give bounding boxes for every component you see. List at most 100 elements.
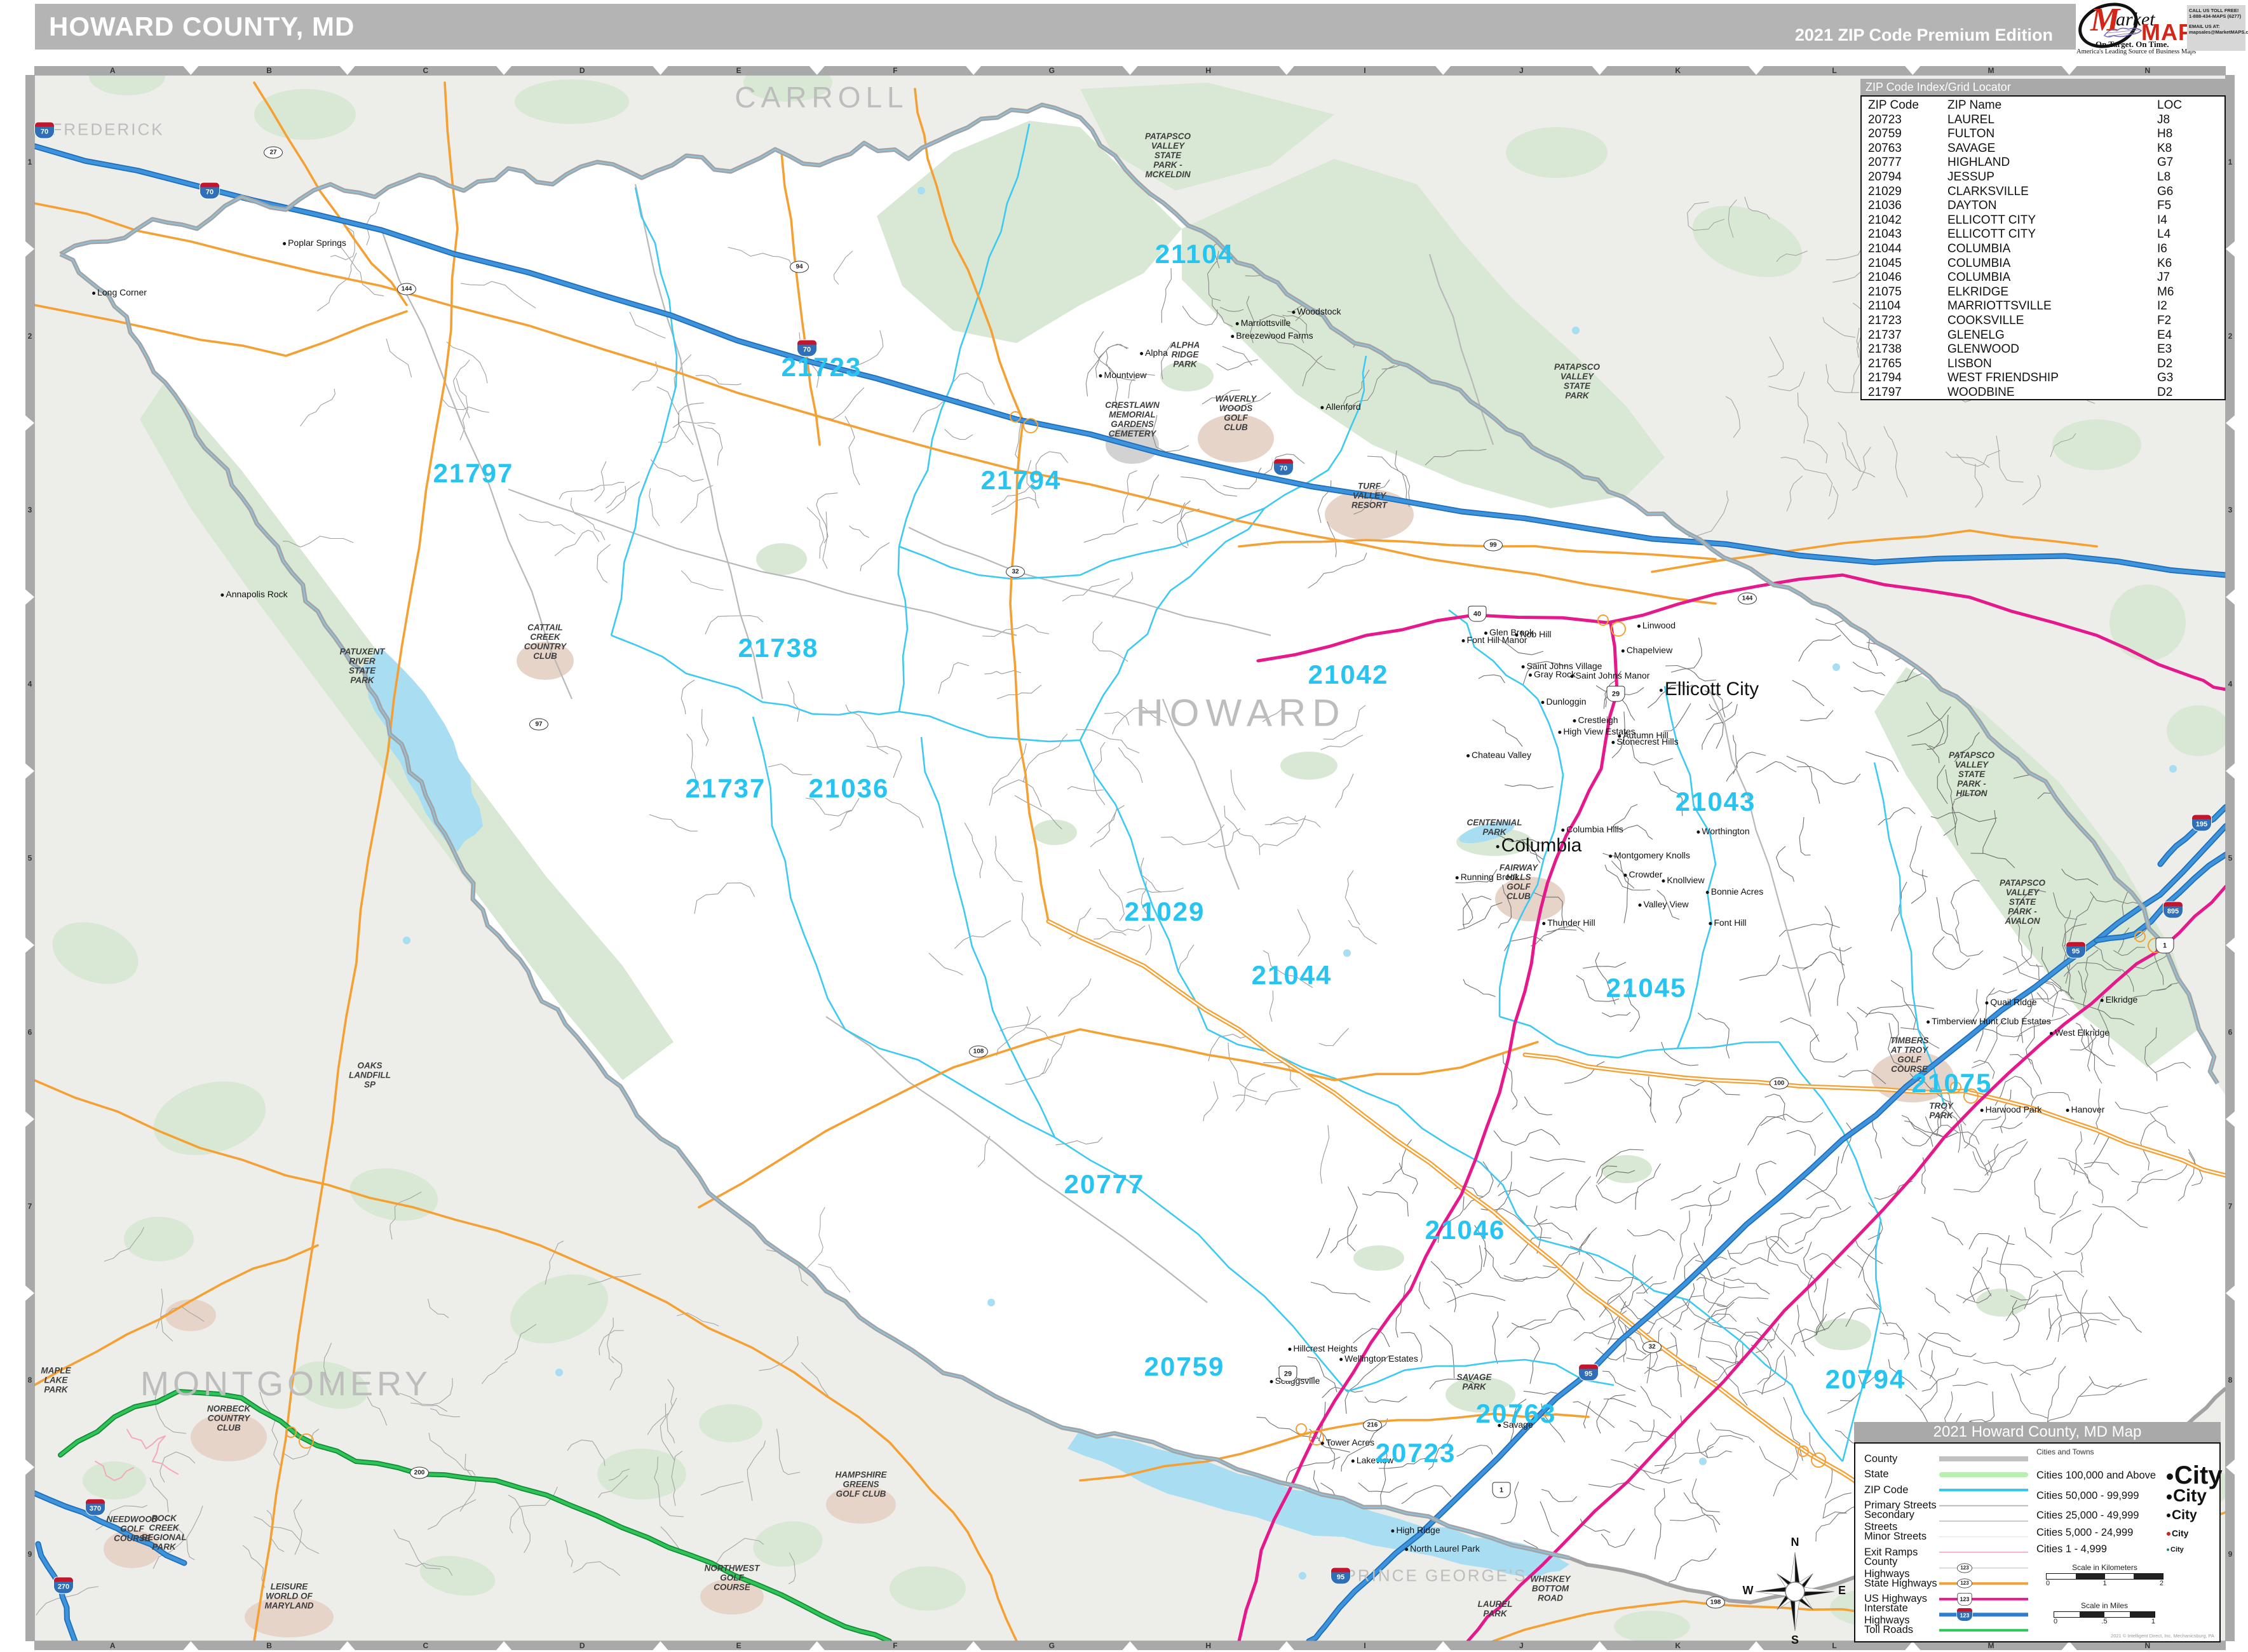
- zip-index-row: 20723LAURELJ8: [1868, 113, 2224, 128]
- zip-code-cell: 21045: [1868, 257, 1947, 271]
- grid-letter-bottom: A: [110, 1641, 116, 1650]
- legend-title: 2021 Howard County, MD Map: [1854, 1422, 2221, 1442]
- zip-index-row: 21737GLENELGE4: [1868, 328, 2224, 343]
- legend-cities-header: Cities and Towns: [2036, 1447, 2094, 1456]
- zip-index-row: 21045COLUMBIAK6: [1868, 257, 2224, 271]
- grid-number-left: 8: [28, 1376, 32, 1385]
- legend-city-row: Cities 25,000 - 49,999City: [2036, 1508, 2197, 1523]
- zip-name-cell: DAYTON: [1947, 199, 2157, 213]
- compass-rose-icon: NESW: [1739, 1536, 1851, 1648]
- zip-code-cell: 21794: [1868, 371, 1947, 386]
- legend-row-swatch: [1939, 1531, 2028, 1543]
- zip-index-row: 21075ELKRIDGEM6: [1868, 285, 2224, 300]
- city-dot-icon: [2167, 1548, 2169, 1551]
- loc-cell: D2: [2157, 386, 2214, 400]
- grid-letter-top: D: [579, 66, 585, 75]
- city-dot-icon: [2167, 1494, 2172, 1500]
- legend-row-swatch: 123: [1939, 1562, 2028, 1574]
- grid-letter-bottom: B: [266, 1641, 272, 1650]
- grid-number-right: 3: [2228, 506, 2233, 515]
- zip-index-row: 21044COLUMBIAI6: [1868, 242, 2224, 257]
- legend-row-swatch: [1939, 1515, 2028, 1527]
- grid-letter-bottom: D: [579, 1641, 585, 1650]
- loc-cell: M6: [2157, 285, 2214, 300]
- legend-city-label: Cities 25,000 - 49,999: [2036, 1510, 2167, 1522]
- zip-index-row: 21797WOODBINED2: [1868, 386, 2224, 400]
- grid-number-left: 3: [28, 506, 32, 515]
- zip-code-cell: 21042: [1868, 213, 1947, 228]
- zip-name-cell: ELLICOTT CITY: [1947, 213, 2157, 228]
- legend-city-sample: City: [2167, 1546, 2184, 1554]
- legend-panel: 2021 Howard County, MD Map 2021 © Intell…: [1854, 1422, 2221, 1642]
- legend-row-swatch: [1939, 1484, 2028, 1496]
- grid-letter-bottom: C: [423, 1641, 429, 1650]
- zip-index-row: 20763SAVAGEK8: [1868, 142, 2224, 156]
- legend-row-swatch: 123: [1939, 1593, 2028, 1606]
- zip-name-cell: ELLICOTT CITY: [1947, 227, 2157, 242]
- zip-code-cell: 21046: [1868, 271, 1947, 285]
- loc-cell: K6: [2157, 257, 2214, 271]
- legend-row-swatch: [1939, 1468, 2028, 1481]
- grid-letter-top: A: [110, 66, 116, 75]
- contact-email: mapsales@MarketMAPS.com: [2189, 29, 2244, 35]
- legend-city-label: Cities 100,000 and Above: [2036, 1470, 2167, 1482]
- grid-number-left: 1: [28, 158, 32, 166]
- zip-code-cell: 21765: [1868, 357, 1947, 372]
- zip-index-col-header: LOC: [2157, 98, 2214, 113]
- zip-index-row: 21042ELLICOTT CITYI4: [1868, 213, 2224, 228]
- legend-city-label: Cities 5,000 - 24,999: [2036, 1527, 2167, 1539]
- zip-name-cell: HIGHLAND: [1947, 156, 2157, 170]
- map-sheet: AABBCCDDEEFFGGHHIIJJKKLLMMNN112233445566…: [0, 0, 2248, 1652]
- zip-name-cell: GLENELG: [1947, 328, 2157, 343]
- zip-name-cell: CLARKSVILLE: [1947, 185, 2157, 200]
- scale-miles-tick: 1: [2151, 1618, 2155, 1625]
- zip-name-cell: SAVAGE: [1947, 142, 2157, 156]
- grid-letter-top: N: [2144, 66, 2150, 75]
- loc-cell: I6: [2157, 242, 2214, 257]
- legend-row-swatch: [1939, 1546, 2028, 1559]
- legend-city-sample: City: [2167, 1486, 2207, 1506]
- scale-kilometers-tick: 0: [2046, 1580, 2050, 1587]
- scale-miles-bar: [2054, 1611, 2155, 1618]
- grid-letter-bottom: J: [1519, 1641, 1524, 1650]
- zip-name-cell: GLENWOOD: [1947, 342, 2157, 357]
- legend-row-swatch: 123: [1939, 1577, 2028, 1590]
- header-bar: HOWARD COUNTY, MD 2021 ZIP Code Premium …: [35, 4, 2076, 50]
- loc-cell: J7: [2157, 271, 2214, 285]
- grid-number-left: 5: [28, 854, 32, 863]
- legend-row-sthwy: State Highways123: [1864, 1576, 2028, 1591]
- zip-index-row: 21029CLARKSVILLEG6: [1868, 185, 2224, 200]
- scale-miles: Scale in Miles0.51: [2054, 1601, 2155, 1625]
- legend-city-sample: City: [2167, 1508, 2197, 1523]
- loc-cell: K8: [2157, 142, 2214, 156]
- city-dot-icon: [2167, 1473, 2173, 1480]
- grid-number-right: 8: [2228, 1376, 2233, 1385]
- grid-letter-bottom: N: [2144, 1641, 2150, 1650]
- grid-number-right: 7: [2228, 1202, 2233, 1210]
- legend-row-label: County: [1864, 1453, 1939, 1465]
- zip-index-header-row: ZIP CodeZIP NameLOC: [1868, 98, 2224, 113]
- grid-letter-bottom: H: [1205, 1641, 1211, 1650]
- grid-number-left: 7: [28, 1202, 32, 1210]
- legend-copyright: 2021 © Intelligent Direct, Inc. Mechanic…: [2111, 1633, 2214, 1639]
- legend-row-cohwy: County Highways123: [1864, 1561, 2028, 1576]
- contact-phone: 1-888-434-MAPS (6277): [2189, 13, 2244, 19]
- legend-city-label: Cities 1 - 4,999: [2036, 1543, 2167, 1555]
- compass-s-label: S: [1791, 1634, 1799, 1646]
- grid-number-right: 9: [2228, 1550, 2233, 1559]
- loc-cell: H8: [2157, 127, 2214, 142]
- contact-call-label: CALL US TOLL FREE!: [2189, 8, 2244, 13]
- logo-usa-scribble-icon: [2102, 24, 2146, 41]
- loc-cell: I2: [2157, 299, 2214, 314]
- grid-number-right: 1: [2228, 158, 2233, 166]
- zip-code-cell: 21043: [1868, 227, 1947, 242]
- loc-cell: E3: [2157, 342, 2214, 357]
- zip-index-row: 21794WEST FRIENDSHIPG3: [1868, 371, 2224, 386]
- compass-e-label: E: [1838, 1584, 1846, 1597]
- legend-city-row: Cities 50,000 - 99,999City: [2036, 1486, 2207, 1506]
- grid-number-right: 5: [2228, 854, 2233, 863]
- zip-name-cell: MARRIOTTSVILLE: [1947, 299, 2157, 314]
- zip-name-cell: COLUMBIA: [1947, 271, 2157, 285]
- scale-miles-tick: 0: [2054, 1618, 2057, 1625]
- zip-index-row: 21104MARRIOTTSVILLEI2: [1868, 299, 2224, 314]
